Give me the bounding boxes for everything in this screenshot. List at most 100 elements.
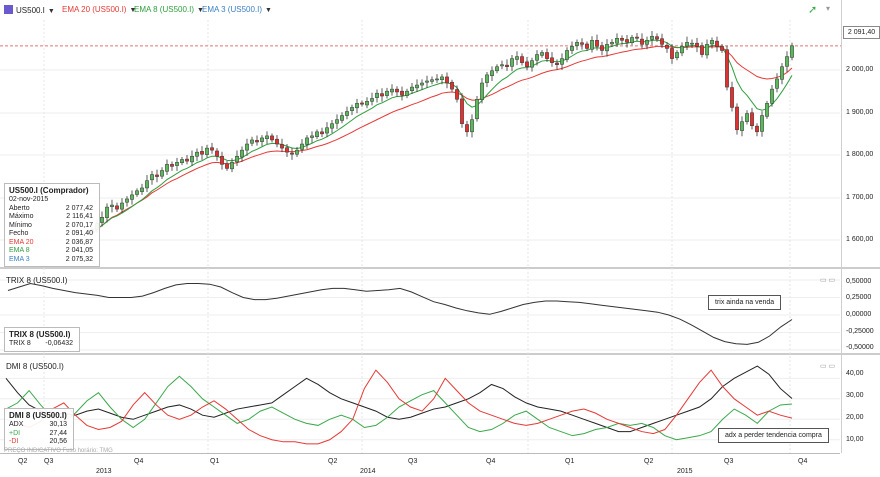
candle-body <box>680 46 684 54</box>
legend-row-ema20: EMA 20 2 036,87 <box>9 238 93 246</box>
candle-body <box>415 84 419 89</box>
candle-body <box>410 86 414 91</box>
candle-body <box>550 57 554 63</box>
candle-body <box>750 112 754 126</box>
candle-body <box>735 106 739 131</box>
candle-body <box>325 127 329 134</box>
candle-body <box>595 40 599 47</box>
candle-body <box>200 151 204 155</box>
legend-row: Máximo 2 116,41 <box>9 213 93 220</box>
dmi-annotation: adx a perder tendencia compra <box>718 428 829 443</box>
candle-body <box>485 74 489 83</box>
panel-collapse-icon[interactable]: ▭ ▭ <box>820 276 835 284</box>
legend-title: US500.I (Comprador) <box>9 186 89 195</box>
candle-body <box>380 93 384 97</box>
candle-body <box>565 50 569 60</box>
candle-body <box>775 78 779 89</box>
dmi-legend: DMI 8 (US500.I) ADX 30,13 +DI 27,44 -DI 20,… <box>4 408 74 450</box>
candle-body <box>515 56 519 60</box>
candle-body <box>315 131 319 137</box>
candle-body <box>130 194 134 200</box>
price-axis <box>841 0 880 268</box>
quarter-label: Q4 <box>486 458 496 465</box>
candle-body <box>350 107 354 111</box>
candle-body <box>395 88 399 93</box>
candle-body <box>400 90 404 96</box>
price-axis-label: 2 000,00 <box>846 66 874 73</box>
current-price-tag: 2 091,40 <box>843 26 880 39</box>
trading-chart-window: { "toolbar": { "symbol": "US500.I", "ema… <box>0 0 880 476</box>
candle-body <box>150 174 154 181</box>
candle-body <box>345 111 349 116</box>
panel-collapse-icon[interactable]: ▭ ▭ <box>820 362 835 370</box>
candle-body <box>245 143 249 151</box>
price-axis-label: 1 700,00 <box>846 194 874 201</box>
legend-title: TRIX 8 (US500.I) <box>9 330 71 339</box>
candle-body <box>430 79 434 82</box>
candle-body <box>500 64 504 67</box>
candle-body <box>365 101 369 106</box>
legend-row: Mínimo 2 070,17 <box>9 221 93 229</box>
time-axis: Q2 Q3 Q4 Q1 Q2 Q3 Q4 Q1 Q2 Q3 Q4 2013 20… <box>0 453 840 477</box>
candle-body <box>335 119 339 124</box>
candle-body <box>475 99 479 120</box>
candle-body <box>300 143 304 150</box>
candle-body <box>740 121 744 131</box>
chart-canvas <box>0 20 880 453</box>
candle-body <box>375 92 379 98</box>
candle-body <box>570 46 574 51</box>
candle-body <box>215 150 219 157</box>
candle-body <box>670 48 674 59</box>
year-label: 2014 <box>360 468 376 475</box>
plus-di-line <box>5 375 793 441</box>
legend-row-minus-di: -DI 20,56 <box>9 438 67 445</box>
candle-body <box>120 202 124 210</box>
candle-body <box>125 198 129 203</box>
candle-body <box>235 155 239 163</box>
legend-row: TRIX 8 -0,06432 <box>9 340 73 347</box>
candle-body <box>255 140 259 143</box>
price-legend: US500.I (Comprador) 02-nov-2015 Aberto 2 … <box>4 183 100 267</box>
quarter-label: Q4 <box>134 458 144 465</box>
trix-axis-label: 0,25000 <box>846 294 872 301</box>
candle-body <box>275 138 279 145</box>
trix-axis-label: 0,00000 <box>846 311 872 318</box>
candle-body <box>730 87 734 108</box>
candle-body <box>505 64 509 67</box>
candle-body <box>480 82 484 100</box>
candle-body <box>780 66 784 80</box>
candle-body <box>435 78 439 81</box>
legend-row-ema8: EMA 82 041,05 <box>9 247 93 254</box>
quarter-label: Q4 <box>798 458 808 465</box>
candle-body <box>385 90 389 96</box>
candle-body <box>535 54 539 61</box>
trix-line <box>7 282 793 345</box>
candle-body <box>610 42 614 45</box>
quarter-label: Q2 <box>18 458 28 465</box>
candle-body <box>640 38 644 45</box>
candle-body <box>450 81 454 90</box>
price-axis-label: 1 800,00 <box>846 151 874 158</box>
legend-row: Aberto 2 077,42 <box>9 204 93 212</box>
candle-body <box>110 204 114 207</box>
candle-body <box>695 42 699 47</box>
candle-body <box>600 45 604 51</box>
candle-body <box>645 40 649 45</box>
candle-body <box>295 149 299 155</box>
candle-body <box>100 217 104 223</box>
candle-body <box>580 42 584 45</box>
candle-body <box>405 90 409 96</box>
candle-body <box>140 187 144 192</box>
candle-body <box>635 36 639 39</box>
candle-body <box>180 159 184 163</box>
ema8-line <box>91 39 793 230</box>
candle-body <box>660 38 664 45</box>
candle-body <box>760 115 764 132</box>
candle-body <box>170 164 174 167</box>
candle-body <box>575 42 579 46</box>
quarter-label: Q3 <box>724 458 734 465</box>
candle-body <box>305 137 309 145</box>
candle-body <box>265 135 269 139</box>
candle-body <box>145 180 149 189</box>
candle-body <box>590 40 594 50</box>
